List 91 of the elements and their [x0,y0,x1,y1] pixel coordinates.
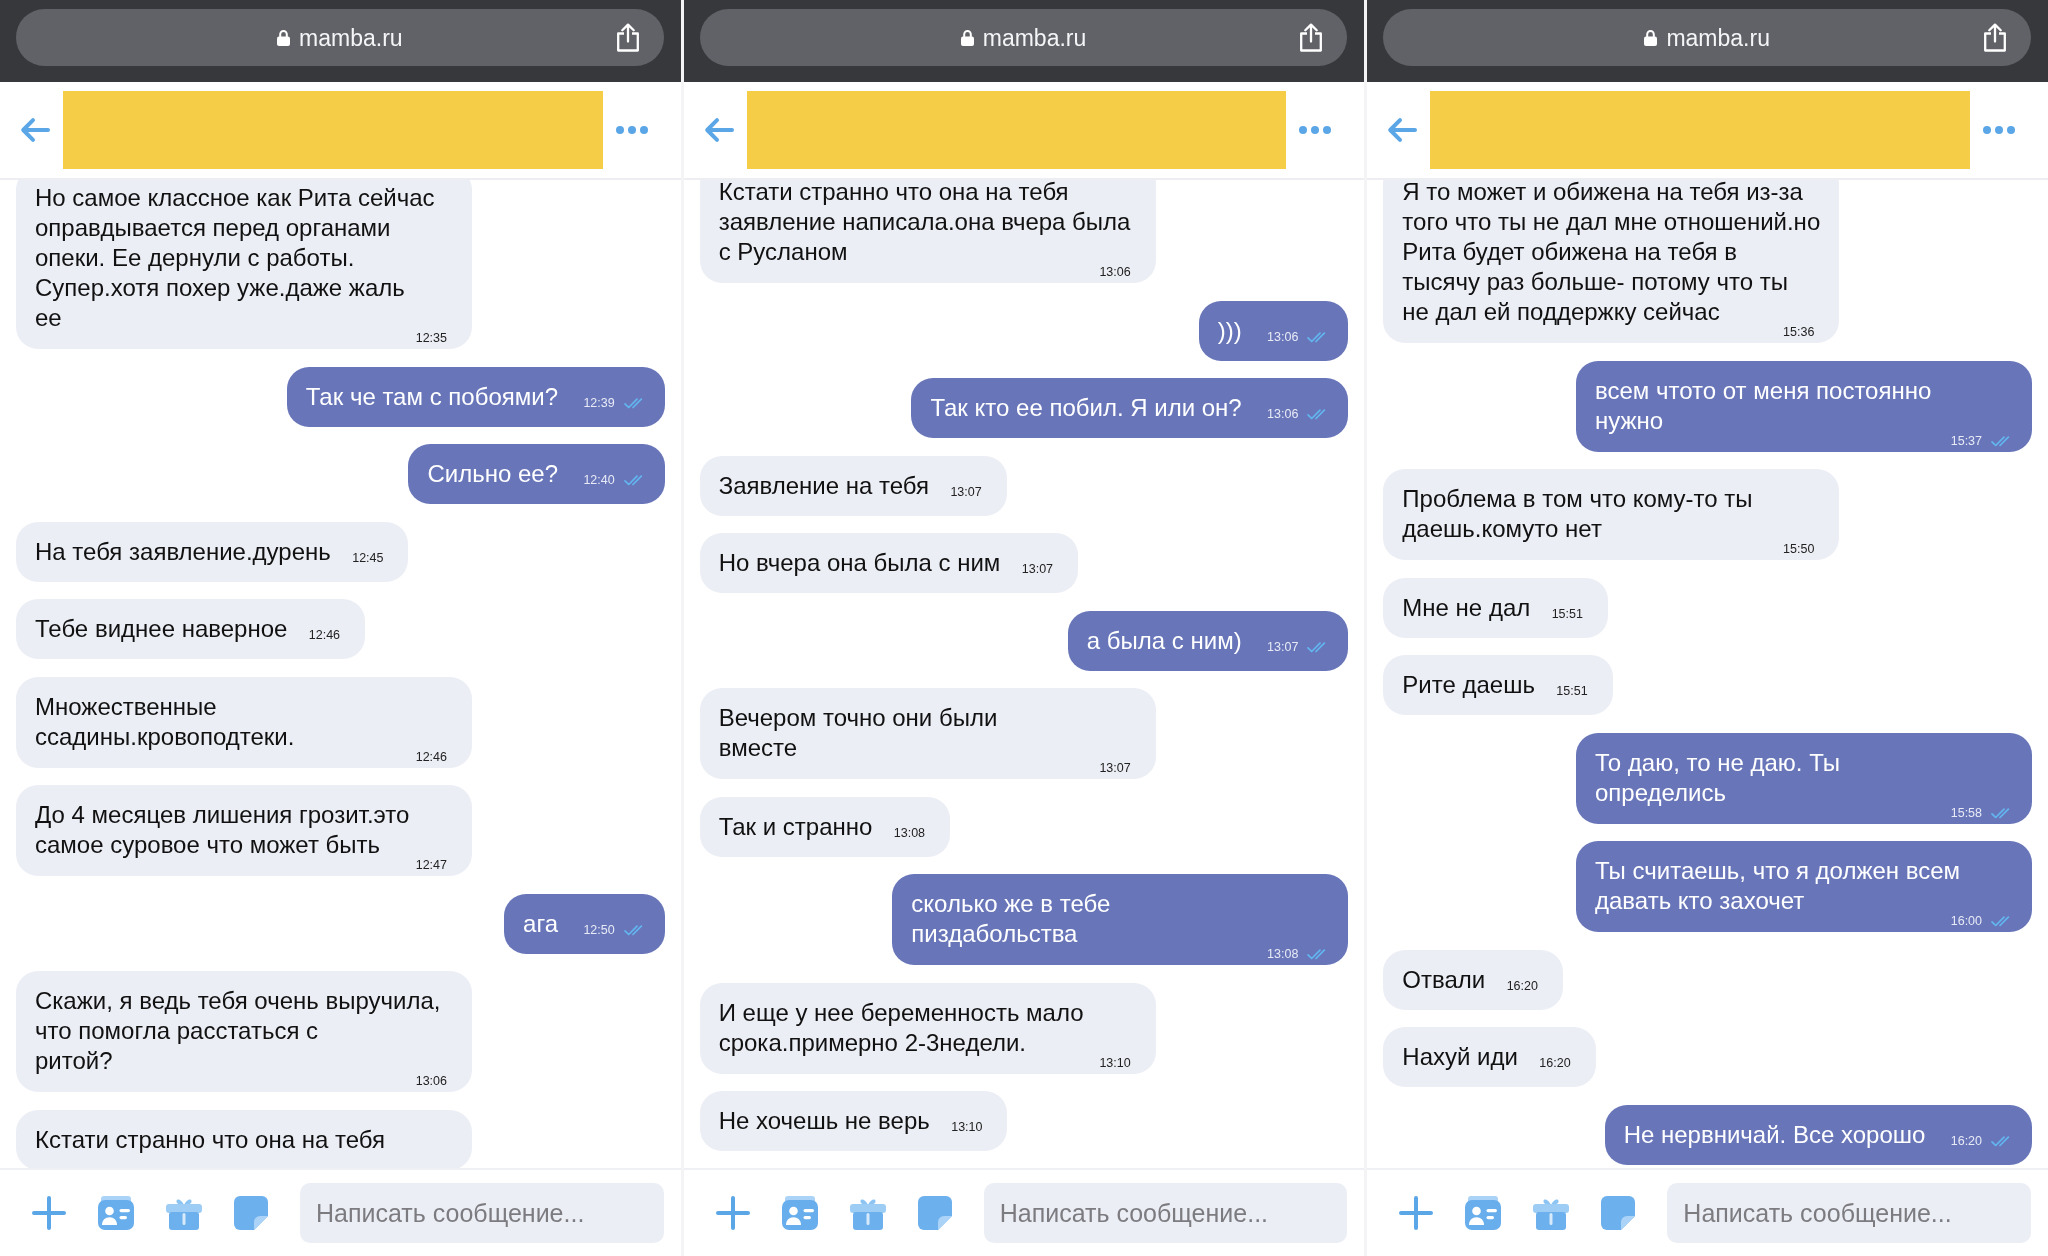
message-text: Кстати странно что она на тебя [35,1125,385,1153]
share-icon[interactable] [615,23,640,52]
back-arrow-icon[interactable] [20,117,50,143]
share-icon[interactable] [1983,23,2007,52]
sticky-note-icon[interactable] [234,1196,268,1230]
lock-icon [960,29,974,46]
message-text: Ты считаешь, что я должен всем давать кто захочет [1595,857,1961,914]
message-text: Но самое классное как Рита сейчас оправдывается перед органами опеки. Ее дернули с работы. Супер.хотя похер уже.даже жаль ее [35,184,435,331]
address-bar[interactable]: mamba.ru [1383,9,2031,66]
message-time: 16:20 [1950,1135,1982,1147]
message-time: 13:06 [1099,267,1131,278]
message-text: Отвали [1402,965,1486,993]
message-time: 13:06 [1267,331,1299,343]
message-time: 15:51 [1556,686,1588,697]
message-text: сколько же в тебе пиздабольства [911,890,1111,947]
message-text: Так че там с побоями? [305,382,558,410]
message-time: 13:10 [1099,1057,1131,1069]
message-time: 16:20 [1506,980,1538,992]
message-text: ага [523,909,558,937]
message-text: Рите даешь [1402,671,1535,698]
message-time: 15:37 [1950,435,1982,447]
message-text: Не хочешь не верь [718,1107,930,1134]
message-time: 12:47 [415,860,447,871]
message-time: 13:07 [950,486,982,498]
contact-card-icon[interactable] [1465,1196,1502,1230]
sticky-note-icon[interactable] [917,1196,952,1230]
message-text: Скажи, я ведь тебя очень выручила, что помогла расстаться с ритой? [35,987,441,1074]
message-time: 12:40 [583,475,615,486]
more-icon[interactable] [1299,126,1332,134]
message-time: 12:45 [352,552,384,564]
message-text: Проблема в том что кому-то ты даешь.комуто нет [1402,485,1753,542]
plus-icon[interactable] [1399,1196,1434,1230]
back-arrow-icon[interactable] [1387,117,1418,143]
message-time: 12:39 [583,397,615,409]
url-text: mamba.ru [982,23,1087,52]
message-time: 12:46 [415,751,447,763]
message-text: Так и странно [718,812,873,840]
address-bar[interactable]: mamba.ru [699,9,1348,66]
message-time: 15:51 [1551,608,1583,620]
address-bar[interactable]: mamba.ru [16,9,664,66]
back-arrow-icon[interactable] [703,117,734,143]
plus-icon[interactable] [32,1196,66,1230]
message-time: 13:08 [1267,949,1299,960]
message-time: 13:07 [1267,641,1299,653]
message-text: Заявление на тебя [718,471,930,499]
message-text: Нахуй иди [1402,1043,1518,1070]
message-time: 13:06 [1267,409,1299,420]
message-input[interactable]: Написать сообщение... [1667,1183,2031,1243]
plus-icon[interactable] [715,1196,750,1230]
message-text: На тебя заявление.дурень [35,537,331,565]
more-icon[interactable] [615,126,648,134]
contact-card-icon[interactable] [781,1196,818,1230]
message-text: Мне не дал [1402,593,1531,621]
message-time: 16:20 [1539,1058,1571,1069]
message-text: Не нервничай. Все хорошо [1623,1120,1926,1148]
message-text: Кстати странно что она на тебя заявление написала.она вчера была с Русланом [718,180,1131,265]
message-text: До 4 месяцев лишения грозит.это самое суровое что может быть [35,801,410,858]
sticky-note-icon[interactable] [1601,1196,1636,1230]
message-text: Вечером точно они были вместе [718,704,998,761]
message-text: И еще у нее беременность мало срока.примерно 2-3недели. [718,998,1084,1056]
message-text: ))) [1217,316,1242,344]
message-time: 15:50 [1783,544,1815,555]
contact-card-icon[interactable] [98,1196,134,1230]
message-time: 13:07 [1021,564,1054,575]
lock-icon [1644,29,1658,46]
message-time: 12:46 [308,630,341,641]
url-text: mamba.ru [1666,23,1770,52]
message-text: Так кто ее побил. Я или он? [930,394,1242,421]
message-time: 12:50 [583,924,615,936]
message-text: То даю, то не даю. Ты определись [1595,748,1841,806]
message-time: 13:07 [1099,763,1131,774]
message-text: Множественные ссадины.кровоподтеки. [35,692,295,750]
more-icon[interactable] [1983,126,2015,134]
message-time: 15:36 [1783,327,1815,338]
url-text: mamba.ru [299,23,403,52]
message-text: Сильно ее? [427,460,558,487]
message-time: 13:06 [415,1076,447,1087]
message-text: Я то может и обижена на тебя из-за того что ты не дал мне отношений.но Рита будет обижена на тебя в тысячу раз больше- потому что ты не дал ей поддержку сейчас [1402,180,1821,325]
message-input[interactable]: Написать сообщение... [300,1183,664,1243]
message-time: 13:08 [893,827,926,839]
message-input[interactable]: Написать сообщение... [983,1183,1348,1243]
message-time: 15:58 [1950,807,1982,819]
message-time: 16:00 [1950,916,1982,927]
message-text: Тебе виднее наверное [35,615,288,642]
message-time: 12:35 [415,333,447,344]
message-text: Но вчера она была с ним [718,549,1001,576]
message-text: всем чтото от меня постоянно нужно [1595,376,1932,434]
message-time: 13:10 [951,1122,983,1133]
message-text: а была с ним) [1086,626,1242,654]
lock-icon [277,29,291,46]
share-icon[interactable] [1299,23,1324,52]
